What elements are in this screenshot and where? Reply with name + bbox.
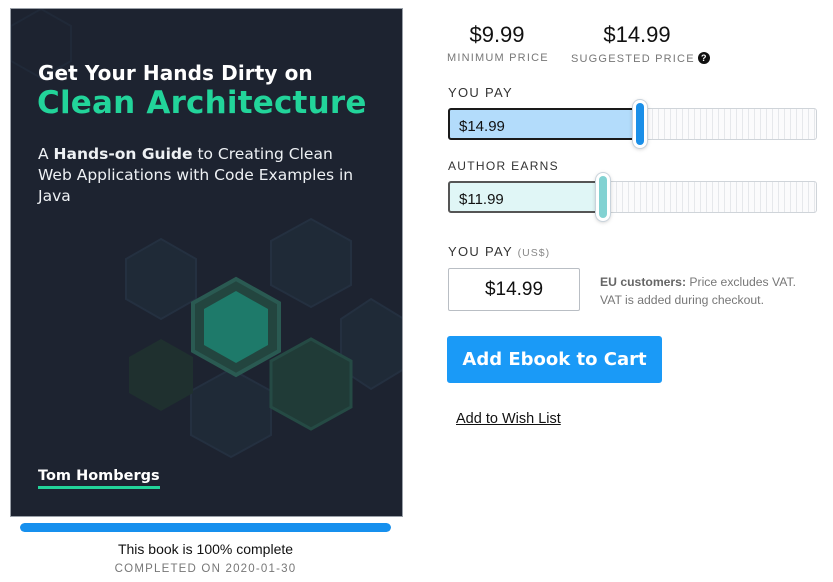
completion-progress-bar (20, 523, 391, 532)
add-to-wishlist-link[interactable]: Add to Wish List (456, 411, 561, 427)
cover-author: Tom Hombergs (38, 468, 160, 489)
author-earns-slider-value: $11.99 (459, 191, 504, 208)
amount-input[interactable] (448, 268, 580, 311)
add-to-cart-button[interactable]: Add Ebook to Cart (447, 336, 662, 383)
author-earns-slider-label: AUTHOR EARNS (448, 159, 559, 173)
question-circle-icon[interactable]: ? (697, 52, 710, 64)
author-earns-slider-fill: $11.99 (448, 181, 603, 213)
minimum-price-amount: $9.99 (469, 22, 525, 47)
completion-date: COMPLETED ON 2020-01-30 (114, 563, 297, 575)
you-pay-slider-handle[interactable] (633, 100, 647, 148)
book-cover[interactable]: Get Your Hands Dirty on Clean Architectu… (10, 8, 403, 517)
suggested-price: $14.99 SUGGESTED PRICE? (571, 22, 710, 65)
vat-note: EU customers: Price excludes VAT. VAT is … (600, 275, 796, 307)
amount-field-unit: (US$) (517, 247, 551, 259)
you-pay-slider-value: $14.99 (459, 118, 505, 135)
author-earns-slider-knob (599, 176, 607, 218)
completion-progress-fill (20, 523, 391, 532)
minimum-price-label: MINIMUM PRICE (447, 52, 549, 64)
cover-title-line1: Get Your Hands Dirty on (38, 61, 313, 85)
suggested-price-label-row: SUGGESTED PRICE? (571, 52, 710, 65)
you-pay-slider[interactable]: $14.99 (448, 100, 817, 148)
you-pay-slider-fill: $14.99 (448, 108, 640, 140)
cover-title-line2: Clean Architecture (37, 85, 367, 121)
amount-field-label: YOU PAY (US$) (448, 244, 551, 259)
you-pay-slider-knob (636, 103, 644, 145)
minimum-price: $9.99 MINIMUM PRICE (447, 22, 549, 64)
you-pay-slider-label: YOU PAY (448, 85, 513, 100)
author-earns-slider[interactable]: $11.99 (448, 173, 817, 221)
author-earns-slider-handle[interactable] (596, 173, 610, 221)
completion-status: This book is 100% complete (117, 541, 294, 557)
cover-subtitle: A Hands-on Guide to Creating Clean Web A… (38, 145, 354, 205)
suggested-price-amount: $14.99 (603, 22, 671, 47)
suggested-price-label: SUGGESTED PRICE (571, 53, 695, 65)
